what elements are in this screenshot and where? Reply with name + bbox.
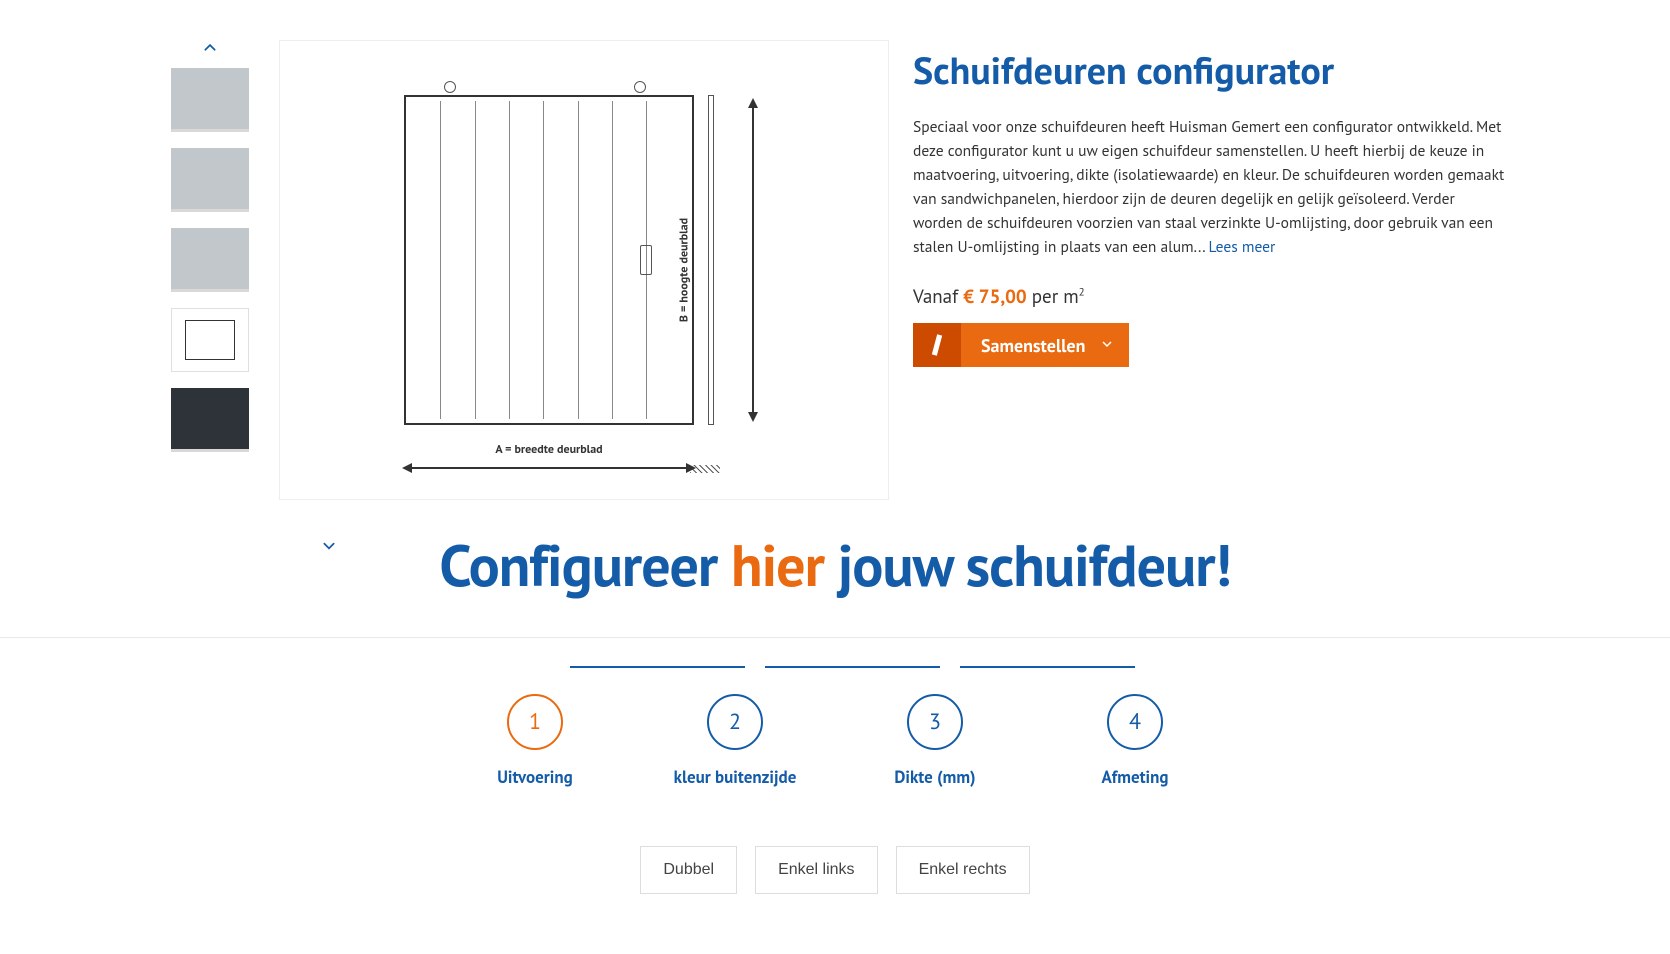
- product-info: Schuifdeuren configurator Speciaal voor …: [913, 40, 1505, 500]
- step-afmeting[interactable]: 4 Afmeting: [1035, 694, 1235, 788]
- step-uitvoering[interactable]: 1 Uitvoering: [435, 694, 635, 788]
- price-line: Vanaf € 75,00 per m2: [913, 285, 1505, 309]
- option-enkel-links[interactable]: Enkel links: [755, 846, 877, 894]
- step-kleur[interactable]: 2 kleur buitenzijde: [635, 694, 835, 788]
- option-dubbel[interactable]: Dubbel: [640, 846, 737, 894]
- thumbnail-3[interactable]: [171, 228, 249, 292]
- diagram-height-label: B = hoogte deurblad: [676, 218, 691, 322]
- thumbnail-2[interactable]: [171, 148, 249, 212]
- configure-button[interactable]: Samenstellen: [913, 323, 1129, 367]
- option-enkel-rechts[interactable]: Enkel rechts: [896, 846, 1030, 894]
- thumb-scroll-up[interactable]: [195, 40, 225, 60]
- thumbnail-4[interactable]: [171, 308, 249, 372]
- thumb-scroll-down[interactable]: [319, 532, 339, 560]
- product-title: Schuifdeuren configurator: [913, 46, 1505, 95]
- diagram-width-label: A = breedte deurblad: [404, 442, 694, 457]
- configurator-headline: Configureer hier jouw schuifdeur!: [165, 500, 1505, 637]
- product-description: Speciaal voor onze schuifdeuren heeft Hu…: [913, 115, 1505, 259]
- uitvoering-options: Dubbel Enkel links Enkel rechts: [165, 818, 1505, 954]
- thumbnail-5[interactable]: [171, 388, 249, 452]
- chevron-down-icon: [1097, 337, 1129, 354]
- ruler-icon: [913, 323, 961, 367]
- configurator-steps: 1 Uitvoering 2 kleur buitenzijde 3 Dikte…: [165, 638, 1505, 818]
- main-product-image: B = hoogte deurblad A = breedte deurblad: [279, 40, 889, 500]
- price-amount: € 75,00: [963, 285, 1026, 309]
- thumbnail-1[interactable]: [171, 68, 249, 132]
- read-more-link[interactable]: Lees meer: [1209, 237, 1276, 257]
- product-section: B = hoogte deurblad A = breedte deurblad…: [165, 0, 1505, 500]
- thumbnail-column: [165, 40, 255, 500]
- step-dikte[interactable]: 3 Dikte (mm): [835, 694, 1035, 788]
- door-diagram: B = hoogte deurblad A = breedte deurblad: [404, 75, 764, 465]
